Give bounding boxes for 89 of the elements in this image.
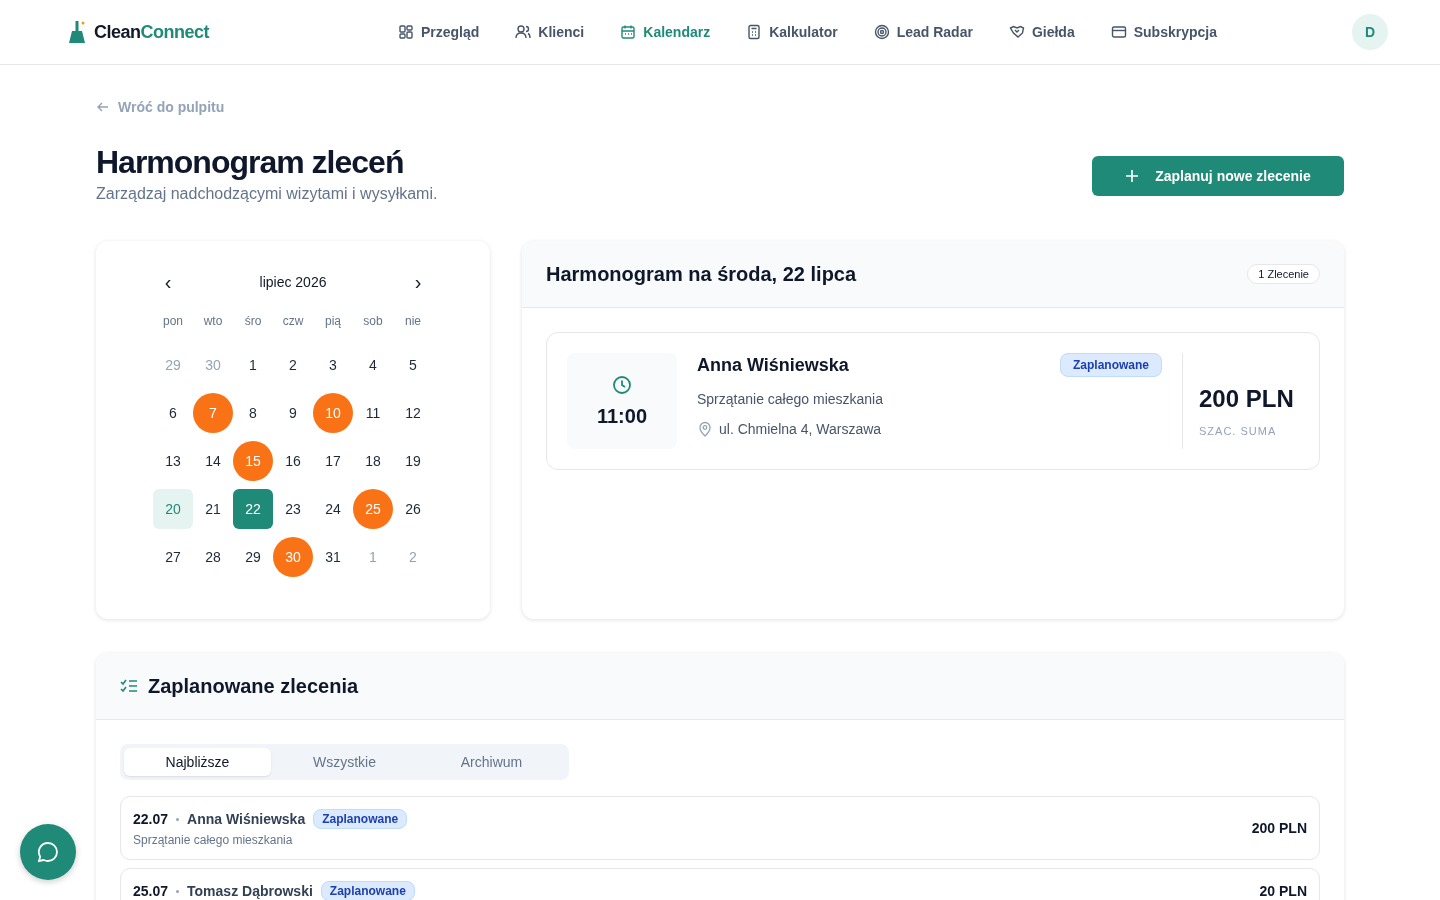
calendar-day[interactable]: 8 bbox=[233, 393, 273, 433]
nav-item[interactable]: Przegląd bbox=[398, 24, 480, 40]
job-date: 22.07 bbox=[133, 811, 169, 827]
broom-logo-icon bbox=[68, 20, 86, 44]
chat-button[interactable] bbox=[20, 824, 76, 880]
calendar-day[interactable]: 2 bbox=[273, 345, 313, 385]
credit-card-icon bbox=[1110, 24, 1127, 40]
nav-item[interactable]: Kalendarz bbox=[620, 24, 711, 40]
clock-icon bbox=[612, 374, 632, 395]
users-icon bbox=[515, 24, 532, 40]
weekday-label: sob bbox=[362, 313, 384, 330]
separator-dot-icon bbox=[176, 817, 180, 821]
tab[interactable]: Archiwum bbox=[418, 748, 565, 776]
map-pin-icon bbox=[697, 421, 713, 437]
weekday-label: pią bbox=[324, 313, 342, 330]
calendar-day[interactable]: 26 bbox=[393, 489, 433, 529]
job-amount: 20 PLN bbox=[1259, 883, 1307, 899]
client-name: Tomasz Dąbrowski bbox=[187, 883, 313, 899]
job-card[interactable]: 11:00 Anna Wiśniewska Zaplanowane Sprzątanie całego mieszkania ul. Chmielna 4, Warszawa 200 PLN SZAC. SUMA bbox=[546, 332, 1320, 470]
month-label: lipiec 2026 bbox=[259, 274, 327, 290]
status-badge: Zaplanowane bbox=[313, 809, 408, 829]
job-count-badge: 1 Zlecenie bbox=[1247, 264, 1320, 284]
calendar-day[interactable]: 28 bbox=[193, 537, 233, 577]
job-amount: 200 PLN bbox=[1199, 384, 1295, 413]
calendar-day[interactable]: 12 bbox=[393, 393, 433, 433]
job-row[interactable]: 22.07 Anna Wiśniewska Zaplanowane Sprzątanie całego mieszkania 200 PLN bbox=[120, 796, 1320, 860]
nav-item[interactable]: Kalkulator bbox=[746, 24, 838, 40]
calendar-day[interactable]: 14 bbox=[193, 441, 233, 481]
next-month-button[interactable]: › bbox=[403, 272, 433, 292]
calendar-day[interactable]: 1 bbox=[233, 345, 273, 385]
calendar-day[interactable]: 17 bbox=[313, 441, 353, 481]
day-schedule-title: Harmonogram na środa, 22 lipca bbox=[546, 262, 857, 286]
calendar-day[interactable]: 21 bbox=[193, 489, 233, 529]
tab[interactable]: Wszystkie bbox=[271, 748, 418, 776]
nav-item[interactable]: Lead Radar bbox=[873, 24, 973, 40]
weekday-label: nie bbox=[404, 313, 422, 330]
amount-label: SZAC. SUMA bbox=[1199, 425, 1278, 437]
calendar-day[interactable]: 20 bbox=[153, 489, 193, 529]
nav-item[interactable]: Subskrypcja bbox=[1110, 24, 1217, 40]
service-name: Sprzątanie całego mieszkania bbox=[133, 833, 294, 847]
status-badge: Zaplanowane bbox=[1060, 353, 1162, 377]
weekday-label: śro bbox=[243, 313, 263, 330]
calendar-day[interactable]: 24 bbox=[313, 489, 353, 529]
target-icon bbox=[873, 24, 890, 40]
planned-jobs-title: Zaplanowane zlecenia bbox=[148, 674, 359, 698]
job-row[interactable]: 25.07 Tomasz Dąbrowski Zaplanowane 20 PLN bbox=[120, 868, 1320, 900]
calendar-day[interactable]: 5 bbox=[393, 345, 433, 385]
calendar-day[interactable]: 31 bbox=[313, 537, 353, 577]
calendar-day[interactable]: 11 bbox=[353, 393, 393, 433]
schedule-new-job-button[interactable]: Zaplanuj nowe zlecenie bbox=[1092, 156, 1344, 196]
calendar-day[interactable]: 3 bbox=[313, 345, 353, 385]
calendar-day[interactable]: 22 bbox=[233, 489, 273, 529]
tab[interactable]: Najbliższe bbox=[124, 748, 271, 776]
previous-month-button[interactable]: ‹ bbox=[153, 272, 183, 292]
user-avatar[interactable]: D bbox=[1352, 14, 1388, 50]
service-name: Sprzątanie całego mieszkania bbox=[697, 391, 884, 407]
client-name: Anna Wiśniewska bbox=[697, 354, 849, 376]
weekday-label: wto bbox=[202, 313, 224, 330]
job-date: 25.07 bbox=[133, 883, 169, 899]
calendar-icon bbox=[620, 24, 637, 40]
calendar-day[interactable]: 23 bbox=[273, 489, 313, 529]
calendar-day[interactable]: 18 bbox=[353, 441, 393, 481]
arrow-left-icon bbox=[96, 100, 110, 114]
calculator-icon bbox=[746, 24, 763, 40]
job-time: 11:00 bbox=[596, 404, 648, 428]
weekday-label: czw bbox=[281, 313, 305, 330]
plus-icon bbox=[1125, 169, 1140, 183]
weekday-label: pon bbox=[162, 313, 184, 330]
page-subtitle: Zarządzaj nadchodzącymi wizytami i wysyłkami. bbox=[96, 185, 438, 203]
page-title: Harmonogram zleceń bbox=[96, 144, 405, 181]
calendar-day[interactable]: 9 bbox=[273, 393, 313, 433]
checklist-icon bbox=[120, 678, 138, 694]
nav-item[interactable]: Giełda bbox=[1008, 24, 1075, 40]
job-amount: 200 PLN bbox=[1251, 820, 1307, 836]
calendar-day[interactable]: 29 bbox=[233, 537, 273, 577]
brand-name[interactable]: CleanConnect bbox=[94, 21, 210, 43]
client-name: Anna Wiśniewska bbox=[187, 811, 306, 827]
status-badge: Zaplanowane bbox=[320, 881, 415, 900]
calendar-day[interactable]: 13 bbox=[153, 441, 193, 481]
nav-item[interactable]: Klienci bbox=[515, 24, 585, 40]
calendar-day[interactable]: 4 bbox=[353, 345, 393, 385]
calendar-day[interactable]: 16 bbox=[273, 441, 313, 481]
calendar-day[interactable]: 19 bbox=[393, 441, 433, 481]
chat-bubble-icon bbox=[36, 840, 60, 864]
separator-dot-icon bbox=[176, 889, 180, 893]
grid-icon bbox=[398, 24, 414, 40]
address: ul. Chmielna 4, Warszawa bbox=[719, 421, 882, 437]
calendar-day[interactable]: 6 bbox=[153, 393, 193, 433]
calendar-day[interactable]: 27 bbox=[153, 537, 193, 577]
